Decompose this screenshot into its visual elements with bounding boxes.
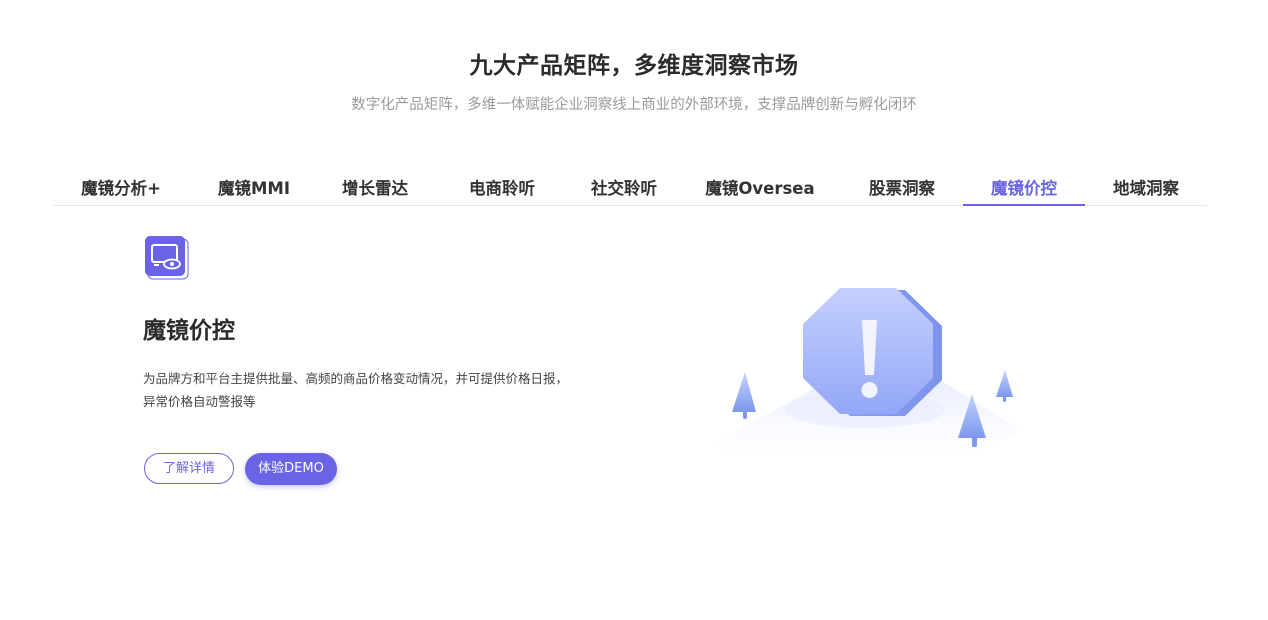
product-title: 魔镜价控 bbox=[143, 318, 235, 344]
try-demo-button[interactable]: 体验DEMO bbox=[245, 453, 337, 485]
tab-mojing-analysis-plus[interactable]: 魔镜分析+ bbox=[76, 168, 166, 205]
section-title: 九大产品矩阵，多维度洞察市场 bbox=[469, 53, 799, 79]
product-description: 为品牌方和平台主提供批量、高频的商品价格变动情况，并可提供价格日报，异常价格自动… bbox=[143, 371, 569, 409]
product-tabs: 魔镜分析+ 魔镜MMI 增长雷达 电商聆听 社交聆听 魔镜Oversea 股票洞… bbox=[54, 168, 1207, 206]
product-matrix-section: 九大产品矩阵，多维度洞察市场 数字化产品矩阵，多维一体赋能企业洞察线上商业的外部… bbox=[0, 0, 1268, 620]
tab-mojing-mmi[interactable]: 魔镜MMI bbox=[209, 168, 299, 205]
section-subtitle: 数字化产品矩阵，多维一体赋能企业洞察线上商业的外部环境，支撑品牌创新与孵化闭环 bbox=[351, 97, 917, 113]
tab-social-listening[interactable]: 社交聆听 bbox=[579, 168, 669, 205]
tab-regional-insight[interactable]: 地域洞察 bbox=[1101, 168, 1191, 205]
monitor-eye-icon bbox=[145, 236, 189, 280]
tab-stock-insight[interactable]: 股票洞察 bbox=[857, 168, 947, 205]
learn-more-button[interactable]: 了解详情 bbox=[144, 453, 234, 484]
tab-ecommerce-listening[interactable]: 电商聆听 bbox=[457, 168, 547, 205]
tab-mojing-oversea[interactable]: 魔镜Oversea bbox=[700, 168, 820, 205]
warning-octagon-illustration bbox=[700, 280, 1030, 475]
tab-mojing-price-control[interactable]: 魔镜价控 bbox=[963, 168, 1085, 206]
tab-growth-radar[interactable]: 增长雷达 bbox=[335, 168, 415, 205]
